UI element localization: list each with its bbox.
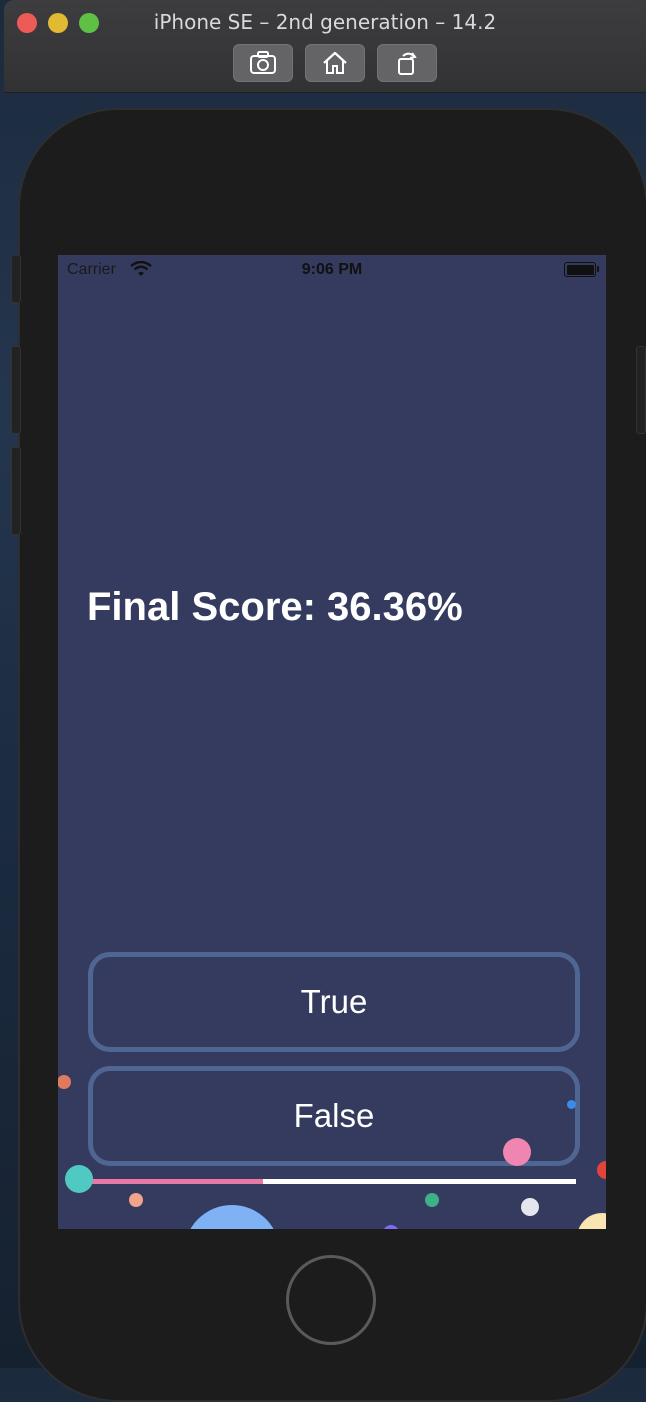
decorative-bubble (597, 1161, 606, 1179)
simulator-titlebar: iPhone SE – 2nd generation – 14.2 (4, 0, 646, 93)
true-button[interactable]: True (88, 952, 580, 1052)
decorative-bubble (65, 1165, 93, 1193)
volume-up-button (11, 346, 21, 434)
progress-bar-fill (87, 1179, 264, 1184)
home-button[interactable] (286, 1255, 376, 1345)
screenshot-button[interactable] (233, 44, 293, 82)
app-screen: Carrier 9:06 PM Final Score: 36.36% True… (58, 255, 606, 1229)
power-button (636, 346, 646, 434)
home-icon (323, 51, 347, 74)
silent-switch (11, 255, 21, 303)
battery-icon (564, 262, 599, 277)
status-bar: Carrier 9:06 PM (58, 255, 606, 285)
question-label: Final Score: 36.36% (87, 585, 463, 629)
decorative-bubble (383, 1225, 399, 1229)
rotate-icon (398, 52, 417, 75)
decorative-bubble (58, 1075, 71, 1089)
decorative-bubble (521, 1198, 539, 1216)
rotate-button[interactable] (377, 44, 437, 82)
status-time: 9:06 PM (301, 261, 363, 278)
window-title: iPhone SE – 2nd generation – 14.2 (153, 10, 497, 34)
decorative-bubble (425, 1193, 439, 1207)
decorative-bubble (503, 1138, 531, 1166)
decorative-bubble (577, 1213, 606, 1229)
camera-icon (250, 51, 276, 74)
volume-down-button (11, 447, 21, 535)
decorative-bubble (184, 1205, 280, 1229)
decorative-bubble (567, 1100, 576, 1109)
decorative-bubble (129, 1193, 143, 1207)
home-toolbar-button[interactable] (305, 44, 365, 82)
progress-bar (87, 1179, 576, 1184)
